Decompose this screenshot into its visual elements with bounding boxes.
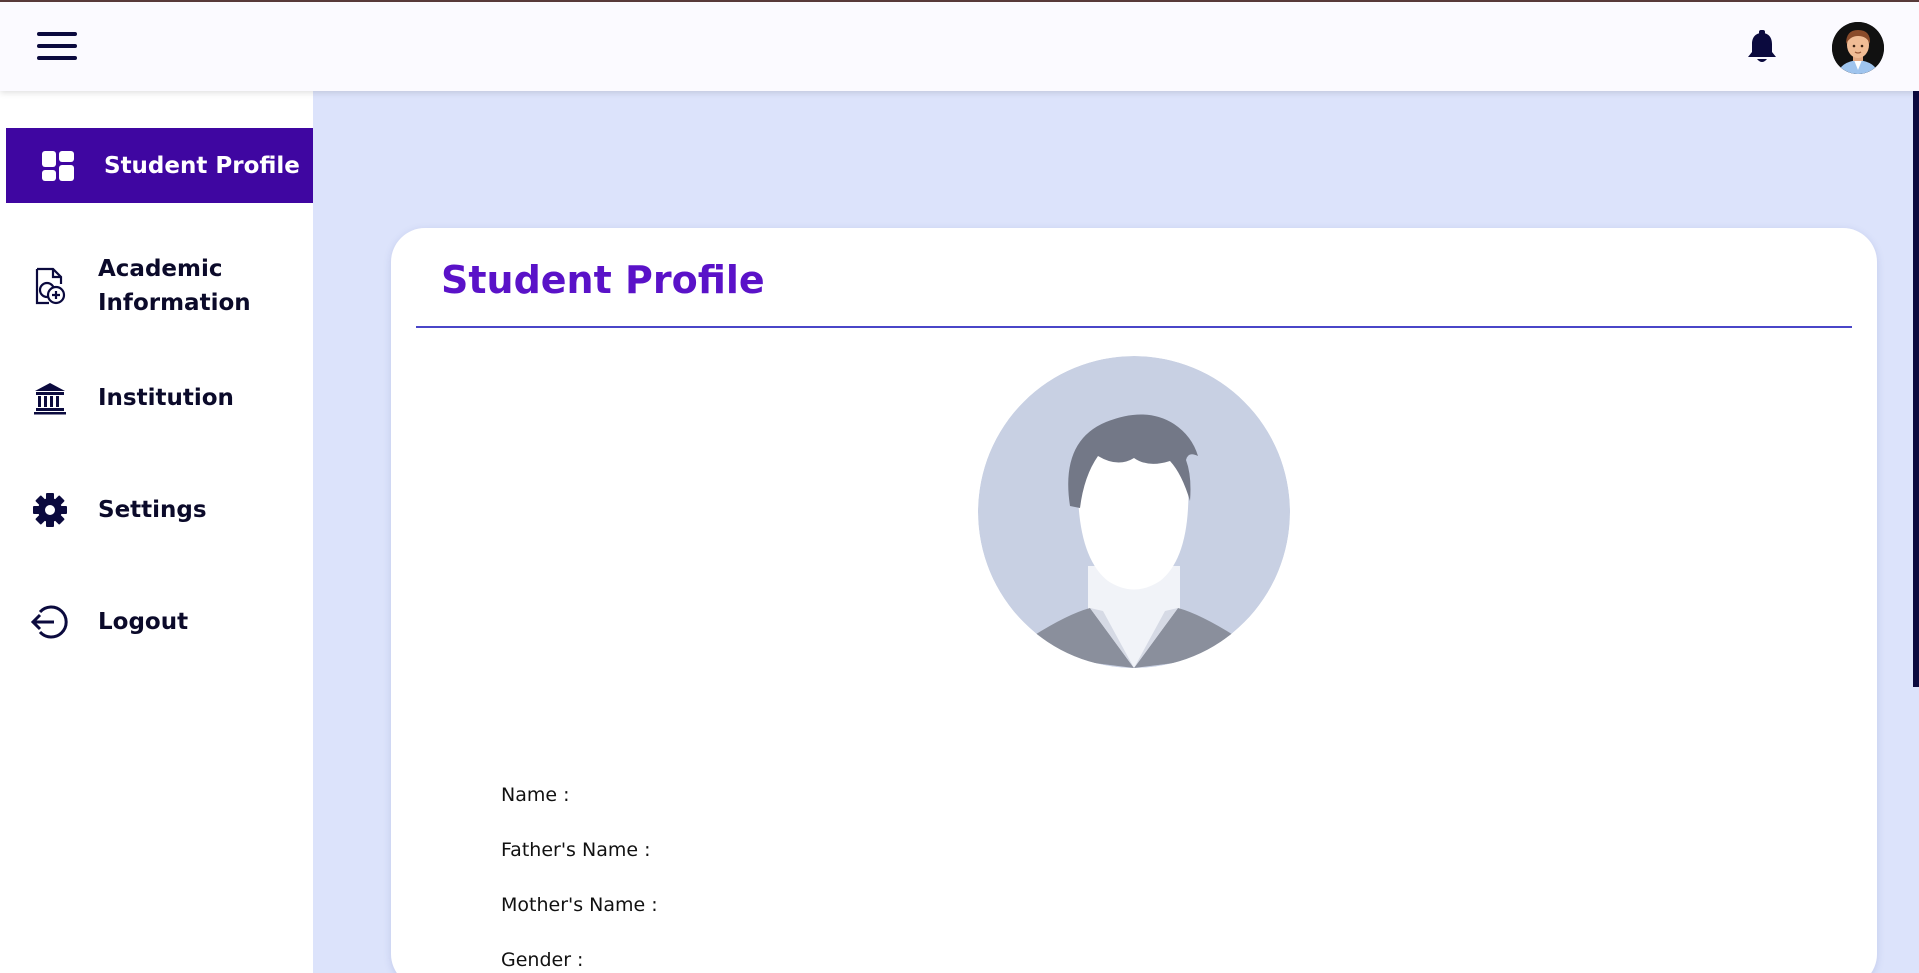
bell-icon[interactable] [1745, 30, 1779, 66]
scrollbar[interactable] [1913, 91, 1919, 687]
divider [416, 326, 1852, 328]
page-title: Student Profile [441, 258, 765, 302]
sidebar-item-label: Academic Information [98, 256, 251, 316]
gear-icon [30, 490, 70, 530]
sidebar-item-settings[interactable]: Settings [6, 480, 313, 540]
user-avatar-icon[interactable] [1832, 22, 1884, 74]
sidebar-item-label: Institution [98, 385, 234, 411]
sidebar-item-student-profile[interactable]: Student Profile [6, 128, 313, 203]
sidebar-item-academic-information[interactable]: Academic Information [6, 241, 313, 331]
field-father-name-label: Father's Name : [501, 839, 651, 861]
field-name-label: Name : [501, 784, 570, 806]
sidebar-item-label: Settings [98, 497, 207, 523]
profile-card: Student Profile Name : Father's Name : M… [391, 228, 1877, 973]
profile-picture [978, 356, 1290, 668]
document-add-icon [30, 266, 70, 306]
institution-icon [30, 378, 70, 418]
dashboard-icon [38, 146, 78, 186]
sidebar: Student Profile Academic Information Ins… [0, 91, 313, 973]
logout-icon [30, 602, 70, 642]
sidebar-item-label: Student Profile [104, 152, 300, 179]
field-mother-name-label: Mother's Name : [501, 894, 658, 916]
sidebar-item-logout[interactable]: Logout [6, 592, 313, 652]
top-bar [0, 2, 1919, 91]
sidebar-item-label: Logout [98, 609, 189, 635]
sidebar-item-institution[interactable]: Institution [6, 368, 313, 428]
hamburger-icon[interactable] [37, 32, 77, 62]
field-gender-label: Gender : [501, 949, 584, 971]
